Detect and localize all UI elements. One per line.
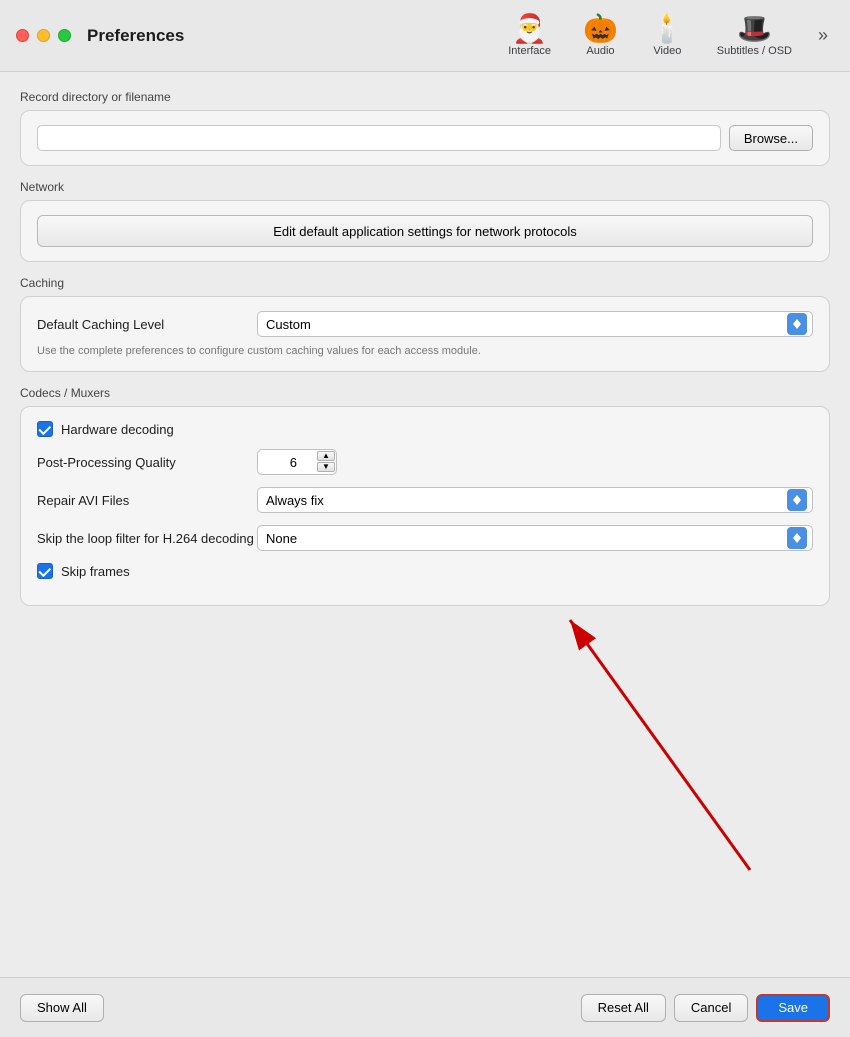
post-processing-spinner-wrapper: ▲ ▼ — [257, 449, 337, 475]
post-processing-spinner-btns: ▲ ▼ — [317, 451, 335, 472]
repair-avi-select-wrapper: Always fix Never fix Ask — [257, 487, 813, 513]
bottom-bar: Show All Reset All Cancel Save — [0, 977, 850, 1037]
cancel-button[interactable]: Cancel — [674, 994, 748, 1022]
tab-interface[interactable]: 🎅 Interface — [496, 11, 563, 61]
hardware-decoding-row: Hardware decoding — [37, 421, 813, 437]
caching-section: Default Caching Level Custom Lowest late… — [20, 296, 830, 372]
tab-audio-label: Audio — [586, 45, 614, 57]
skip-loop-select[interactable]: None Non-ref Bidir Non-key All — [257, 525, 813, 551]
skip-frames-label: Skip frames — [61, 564, 130, 579]
network-protocols-button[interactable]: Edit default application settings for ne… — [37, 215, 813, 247]
video-icon: 🕯️ — [650, 15, 685, 43]
minimize-button[interactable] — [37, 29, 50, 42]
audio-icon: 🎃 — [583, 15, 618, 43]
record-directory-input[interactable] — [37, 125, 721, 151]
maximize-button[interactable] — [58, 29, 71, 42]
hardware-decoding-label: Hardware decoding — [61, 422, 174, 437]
tab-video-label: Video — [653, 45, 681, 57]
subtitles-icon: 🎩 — [737, 15, 772, 43]
close-button[interactable] — [16, 29, 29, 42]
skip-frames-row: Skip frames — [37, 563, 813, 579]
reset-all-button[interactable]: Reset All — [581, 994, 666, 1022]
tab-subtitles[interactable]: 🎩 Subtitles / OSD — [705, 11, 804, 61]
show-all-button[interactable]: Show All — [20, 994, 104, 1022]
network-section: Edit default application settings for ne… — [20, 200, 830, 262]
caching-hint: Use the complete preferences to configur… — [37, 345, 813, 357]
main-content: Record directory or filename Browse... N… — [0, 72, 850, 977]
window-title: Preferences — [87, 26, 184, 46]
interface-icon: 🎅 — [512, 15, 547, 43]
tab-subtitles-label: Subtitles / OSD — [717, 45, 792, 57]
post-processing-label: Post-Processing Quality — [37, 455, 257, 470]
title-bar: Preferences 🎅 Interface 🎃 Audio 🕯️ Video… — [0, 0, 850, 72]
tab-interface-label: Interface — [508, 45, 551, 57]
caching-level-label: Default Caching Level — [37, 317, 257, 332]
skip-loop-select-wrapper: None Non-ref Bidir Non-key All — [257, 525, 813, 551]
codecs-section: Hardware decoding Post-Processing Qualit… — [20, 406, 830, 606]
network-section-label: Network — [20, 180, 830, 194]
toolbar: 🎅 Interface 🎃 Audio 🕯️ Video 🎩 Subtitles… — [496, 11, 834, 61]
record-section-label: Record directory or filename — [20, 90, 830, 104]
repair-avi-select[interactable]: Always fix Never fix Ask — [257, 487, 813, 513]
codecs-section-label: Codecs / Muxers — [20, 386, 830, 400]
window-controls — [16, 29, 71, 42]
caching-level-select-wrapper: Custom Lowest latency Low latency Normal… — [257, 311, 813, 337]
record-section: Browse... — [20, 110, 830, 166]
browse-button[interactable]: Browse... — [729, 125, 813, 151]
caching-level-select[interactable]: Custom Lowest latency Low latency Normal… — [257, 311, 813, 337]
skip-loop-label: Skip the loop filter for H.264 decoding — [37, 531, 257, 546]
repair-avi-label: Repair AVI Files — [37, 493, 257, 508]
tab-video[interactable]: 🕯️ Video — [638, 11, 697, 61]
post-processing-down[interactable]: ▼ — [317, 462, 335, 472]
post-processing-up[interactable]: ▲ — [317, 451, 335, 461]
hardware-decoding-checkbox[interactable] — [37, 421, 53, 437]
caching-section-label: Caching — [20, 276, 830, 290]
skip-frames-checkbox[interactable] — [37, 563, 53, 579]
more-button[interactable]: » — [812, 21, 834, 50]
save-button[interactable]: Save — [756, 994, 830, 1022]
tab-audio[interactable]: 🎃 Audio — [571, 11, 630, 61]
